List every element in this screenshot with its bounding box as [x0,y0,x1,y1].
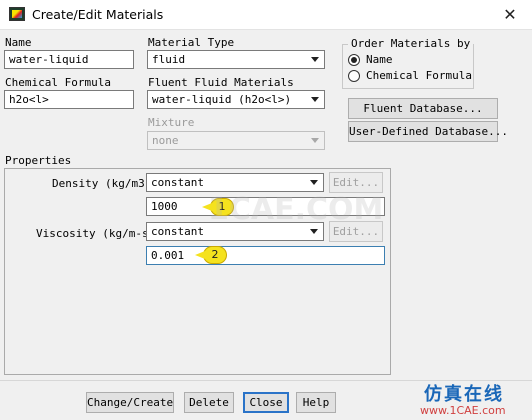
fluent-app-icon [9,7,25,21]
order-by-formula-label: Chemical Formula [366,69,472,82]
name-label: Name [5,36,32,49]
chemical-formula-field[interactable]: h2o<l> [4,90,134,109]
chemical-formula-label: Chemical Formula [5,76,111,89]
title-bar: Create/Edit Materials ✕ [0,0,532,30]
chevron-down-icon [311,97,319,102]
watermark-url-text: www.1CAE.com [420,404,506,417]
order-by-name-radio[interactable] [348,54,360,66]
chevron-down-icon [310,180,318,185]
fluent-database-button[interactable]: Fluent Database... [348,98,498,119]
order-by-formula-radio[interactable] [348,70,360,82]
viscosity-label: Viscosity (kg/m-s) [36,227,156,240]
properties-label: Properties [5,154,72,167]
watermark-cn-text: 仿真在线 [424,384,504,405]
density-method-dropdown[interactable]: constant [146,173,324,192]
order-materials-legend: Order Materials by [348,37,474,50]
density-edit-button[interactable]: Edit... [329,172,383,193]
material-type-label: Material Type [148,36,235,49]
order-materials-group [342,44,474,89]
chevron-down-icon [311,57,319,62]
close-button[interactable]: Close [243,392,289,413]
fluent-fluid-materials-label: Fluent Fluid Materials [148,76,294,89]
chevron-down-icon [311,138,319,143]
material-type-value: fluid [152,53,186,66]
delete-button[interactable]: Delete [184,392,234,413]
change-create-button[interactable]: Change/Create [86,392,174,413]
density-label: Density (kg/m3) [52,177,152,190]
help-button[interactable]: Help [296,392,336,413]
mixture-dropdown: none [147,131,325,150]
name-field[interactable]: water-liquid [4,50,134,69]
watermark-faint-text: 1CAE.COM [208,192,384,227]
order-by-name-label: Name [366,53,393,66]
annotation-marker-2: 2 [195,246,227,264]
fluent-fluid-materials-value: water-liquid (h2o<l>) [152,93,292,106]
mixture-label: Mixture [148,116,195,129]
viscosity-value-field[interactable]: 0.001 [146,246,385,265]
mixture-value: none [152,134,179,147]
density-method-value: constant [151,176,204,189]
window-title: Create/Edit Materials [32,7,164,22]
viscosity-method-value: constant [151,225,204,238]
user-defined-database-button[interactable]: User-Defined Database... [348,121,508,142]
chevron-down-icon [310,229,318,234]
close-window-icon[interactable]: ✕ [488,0,532,30]
material-type-dropdown[interactable]: fluid [147,50,325,69]
fluent-fluid-materials-dropdown[interactable]: water-liquid (h2o<l>) [147,90,325,109]
